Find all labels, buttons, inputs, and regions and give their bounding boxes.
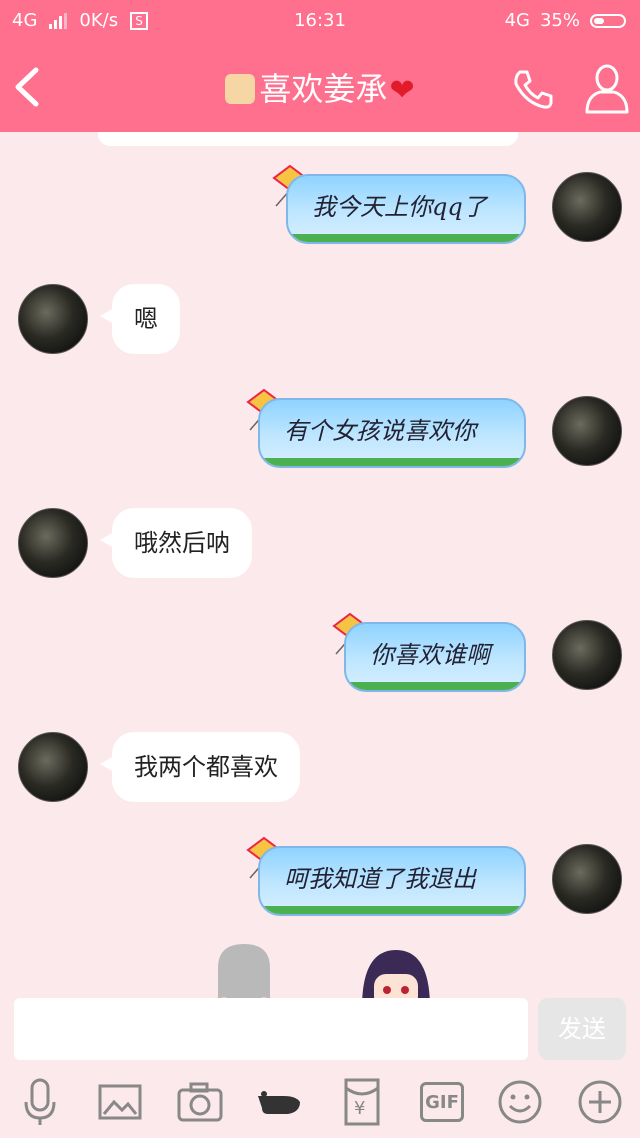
red-packet-icon[interactable]: ¥: [338, 1078, 386, 1126]
chat-title-text: 喜欢姜承: [259, 70, 388, 108]
message-list[interactable]: 我今天上你qq了 嗯 有个女孩说喜欢你 哦然后呐 你喜欢谁啊 我两个都喜欢 呵我…: [0, 132, 640, 998]
poke-icon[interactable]: [256, 1078, 304, 1126]
phone-icon[interactable]: [510, 66, 556, 112]
network-label-right: 4G: [504, 10, 530, 31]
battery-icon: [590, 13, 626, 28]
message-text: 有个女孩说喜欢你: [284, 417, 476, 445]
composer: 发送: [0, 998, 640, 1068]
message-bubble-incoming[interactable]: 哦然后呐: [100, 508, 252, 578]
bubble-grass-decoration: [260, 906, 524, 914]
message-text: 你喜欢谁啊: [370, 641, 490, 669]
message-bubble-incoming[interactable]: 嗯: [100, 284, 180, 354]
message-bubble-incoming[interactable]: 我两个都喜欢: [100, 732, 300, 802]
plus-icon[interactable]: [576, 1078, 624, 1126]
contact-avatar[interactable]: [18, 508, 88, 578]
message-text: 呵我知道了我退出: [284, 865, 476, 893]
previous-message-card: [98, 132, 518, 146]
my-avatar[interactable]: [552, 396, 622, 466]
message-text: 嗯: [134, 305, 158, 333]
message-bubble-outgoing[interactable]: 我今天上你qq了: [286, 174, 526, 244]
input-toolbar: ¥ GIF: [0, 1068, 640, 1138]
profile-icon[interactable]: [582, 62, 632, 114]
my-avatar[interactable]: [552, 844, 622, 914]
image-icon[interactable]: [96, 1078, 144, 1126]
contact-avatar[interactable]: [18, 732, 88, 802]
message-input[interactable]: [14, 998, 528, 1060]
heart-icon: ❤: [389, 73, 415, 108]
bubble-grass-decoration: [346, 682, 524, 690]
my-avatar[interactable]: [552, 172, 622, 242]
thumbs-up-icon: [225, 74, 256, 104]
my-avatar[interactable]: [552, 620, 622, 690]
message-bubble-outgoing[interactable]: 你喜欢谁啊: [344, 622, 526, 692]
bubble-grass-decoration: [288, 234, 524, 242]
camera-icon[interactable]: [176, 1078, 224, 1126]
chat-header: 喜欢姜承❤: [0, 44, 640, 132]
message-text: 我今天上你qq了: [312, 193, 487, 221]
send-button[interactable]: 发送: [538, 998, 626, 1060]
status-bar: 4G 0K/s S 16:31 4G 35%: [0, 0, 640, 44]
peeking-girl-sticker: [362, 950, 430, 998]
gif-icon[interactable]: GIF: [420, 1082, 464, 1122]
battery-label: 35%: [539, 10, 580, 31]
message-bubble-outgoing[interactable]: 有个女孩说喜欢你: [258, 398, 526, 468]
message-bubble-outgoing[interactable]: 呵我知道了我退出: [258, 846, 526, 916]
bubble-grass-decoration: [260, 458, 524, 466]
message-text: 哦然后呐: [134, 529, 230, 557]
microphone-icon[interactable]: [16, 1078, 64, 1126]
yen-symbol: ¥: [354, 1098, 366, 1119]
emoji-icon[interactable]: [496, 1078, 544, 1126]
message-text: 我两个都喜欢: [134, 753, 278, 781]
contact-avatar[interactable]: [18, 284, 88, 354]
peeking-boy-sticker: [218, 944, 270, 998]
